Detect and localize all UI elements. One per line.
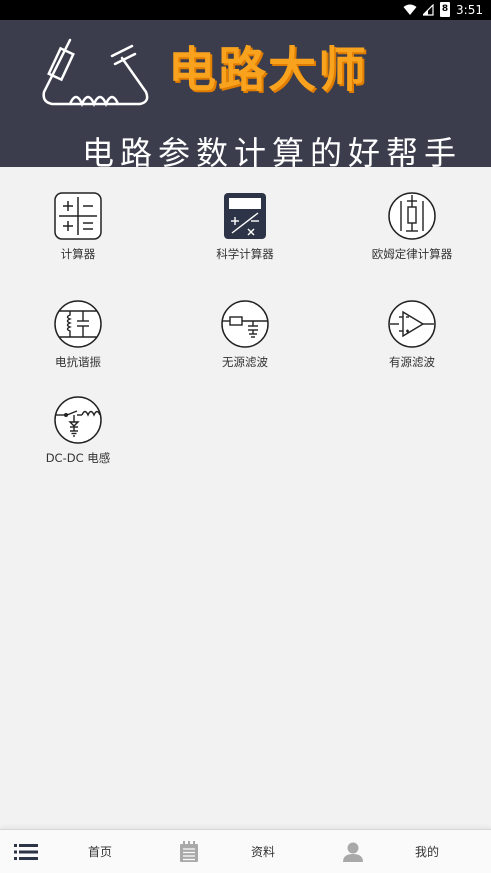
notepad-icon bbox=[180, 840, 198, 862]
tool-passive-filter[interactable]: 无源滤波 bbox=[185, 299, 305, 369]
nav-resources[interactable]: 资料 bbox=[251, 830, 275, 873]
clock: 3:51 bbox=[456, 2, 483, 17]
banner-title: 电路大师 bbox=[168, 42, 369, 98]
nav-menu-button[interactable] bbox=[14, 830, 38, 873]
tool-label: 科学计算器 bbox=[216, 247, 274, 261]
passive-filter-icon bbox=[221, 300, 269, 348]
status-bar: 8 3:51 bbox=[0, 0, 491, 20]
tool-dc-dc-inductor[interactable]: DC-DC 电感 bbox=[18, 395, 138, 465]
nav-home-label: 首页 bbox=[88, 845, 113, 859]
tool-ohms-law[interactable]: 欧姆定律计算器 bbox=[352, 191, 472, 261]
battery-icon: 8 bbox=[440, 2, 451, 17]
tool-scientific-calculator[interactable]: 科学计算器 bbox=[185, 191, 305, 261]
nav-profile-button[interactable] bbox=[342, 830, 364, 873]
tool-reactance-resonance[interactable]: 电抗谐振 bbox=[18, 299, 138, 369]
nav-mine[interactable]: 我的 bbox=[415, 830, 439, 873]
tool-label: DC-DC 电感 bbox=[45, 451, 111, 465]
nav-notepad-button[interactable] bbox=[178, 830, 200, 873]
tool-label: 电抗谐振 bbox=[55, 355, 101, 369]
bottom-nav: 首页 资料 我的 bbox=[0, 829, 491, 873]
menu-icon bbox=[14, 843, 38, 860]
ohms-law-icon bbox=[388, 192, 436, 240]
nav-mine-label: 我的 bbox=[415, 845, 440, 859]
circuit-logo-icon bbox=[42, 38, 149, 108]
tool-label: 计算器 bbox=[60, 247, 96, 261]
scientific-calculator-icon bbox=[224, 193, 266, 239]
nav-home[interactable]: 首页 bbox=[88, 830, 112, 873]
tool-label: 有源滤波 bbox=[389, 355, 435, 369]
battery-level: 8 bbox=[441, 4, 449, 14]
tool-active-filter[interactable]: 有源滤波 bbox=[352, 299, 472, 369]
calculator-icon bbox=[54, 192, 102, 240]
banner-subtitle: 电路参数计算的好帮手 bbox=[82, 134, 463, 167]
app-banner: 电路大师 电路参数计算的好帮手 bbox=[0, 20, 491, 167]
dc-dc-inductor-icon bbox=[54, 396, 102, 444]
wifi-icon bbox=[403, 4, 417, 16]
active-filter-icon bbox=[388, 300, 436, 348]
user-icon bbox=[343, 842, 363, 862]
tool-label: 欧姆定律计算器 bbox=[371, 247, 453, 261]
tool-label: 无源滤波 bbox=[222, 355, 268, 369]
reactance-resonance-icon bbox=[54, 300, 102, 348]
signal-icon bbox=[423, 3, 434, 16]
tool-calculator[interactable]: 计算器 bbox=[18, 191, 138, 261]
nav-resources-label: 资料 bbox=[251, 845, 276, 859]
